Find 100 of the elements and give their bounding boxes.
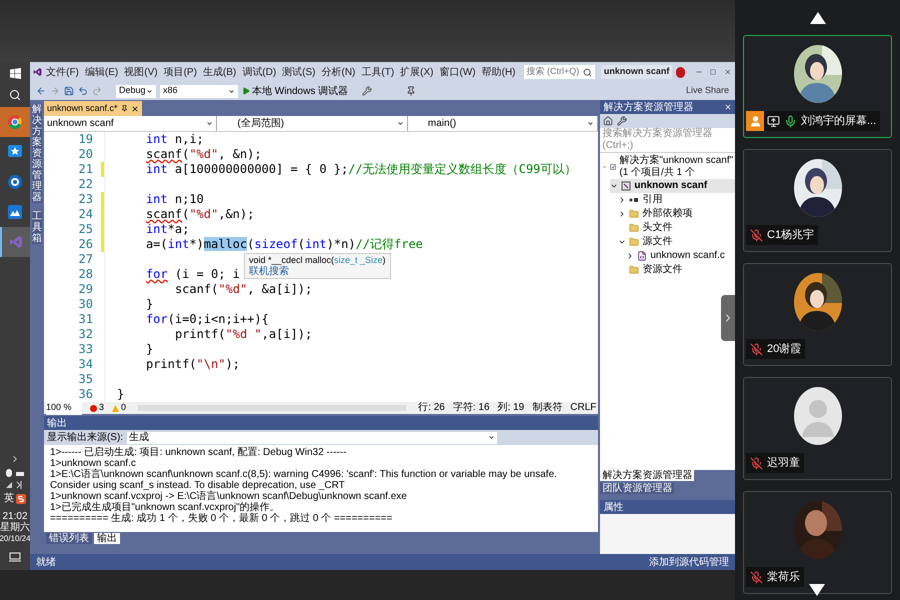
dropdown-caret-icon — [228, 88, 235, 94]
default-avatar — [794, 387, 842, 445]
participant-tile[interactable]: 迟羽童 — [743, 377, 892, 480]
scroll-up-icon[interactable] — [810, 12, 826, 24]
menu-item[interactable]: 项目(P) — [162, 64, 199, 80]
input-method-indicator[interactable]: 英 — [4, 494, 14, 504]
play-icon — [242, 87, 250, 95]
participant-tile[interactable]: C1杨兆宇 — [743, 149, 892, 252]
line-number: 27 — [78, 252, 94, 267]
panel-tab[interactable]: 输出 — [94, 533, 120, 544]
editor-status-item: 行: 26 — [418, 403, 445, 413]
start-debugger-button[interactable]: 本地 Windows 调试器 — [242, 84, 348, 98]
line-number: 22 — [78, 177, 94, 192]
live-share-button[interactable]: Live Share — [686, 84, 729, 98]
search-field[interactable]: 搜索 (Ctrl+Q) — [524, 65, 595, 79]
code-line: int*a; — [146, 222, 190, 237]
code-line: } — [146, 297, 154, 312]
references-icon — [629, 195, 640, 205]
scroll-down-icon[interactable] — [809, 584, 825, 596]
line-number: 25 — [78, 222, 94, 237]
user-avatar[interactable] — [676, 66, 685, 78]
platform-dropdown[interactable]: x86 — [160, 84, 238, 98]
tree-item[interactable]: 资源文件 — [642, 264, 682, 276]
code-line: int a[100000000000] = { 0 };//无法使用变量定义数组长度（C99可以） — [146, 162, 576, 177]
menu-item[interactable]: 编辑(E) — [82, 64, 120, 80]
save-icon[interactable] — [64, 86, 74, 96]
navigation-dropdown[interactable]: unknown scanf — [44, 116, 218, 131]
menu-item[interactable]: 窗口(W) — [438, 64, 478, 80]
back-icon[interactable] — [36, 86, 46, 96]
search-icon[interactable] — [9, 89, 21, 101]
function-signature: void *__cdecl malloc(size_t _Size) — [248, 255, 386, 265]
solution-search-field[interactable]: 搜索解决方案资源管理器(Ctrl+;) — [600, 128, 735, 153]
tool-icon[interactable] — [617, 116, 628, 126]
participant-name: 20谢霞 — [767, 342, 802, 357]
document-tab[interactable]: unknown scanf.c* — [44, 101, 142, 116]
error-count[interactable]: 3 — [90, 401, 104, 415]
maximize-icon[interactable] — [710, 68, 716, 76]
warning-count[interactable]: 0 — [112, 401, 126, 415]
side-tab[interactable]: 解决方案资源管理器 — [32, 104, 42, 203]
code-line: } — [116, 387, 124, 402]
star-app-icon[interactable] — [8, 145, 22, 159]
participant-name: 迟羽童 — [767, 456, 800, 471]
circle-app-icon[interactable] — [8, 175, 22, 189]
panel-title: 解决方案资源管理器 — [603, 100, 694, 114]
panel-tab[interactable]: 错误列表 — [46, 533, 92, 544]
participant-tile[interactable]: 刘鸿宇的屏幕... — [743, 35, 892, 138]
tree-item[interactable]: 头文件 — [642, 222, 672, 234]
navigation-dropdown[interactable]: (全局范围) — [217, 116, 408, 131]
notification-icon[interactable] — [9, 552, 21, 562]
code-line: for (i = 0; i — [146, 267, 240, 282]
status-text: 就绪 — [36, 556, 56, 570]
muted-microphone-icon[interactable] — [750, 228, 763, 242]
navigation-dropdown[interactable]: main() — [408, 116, 598, 131]
muted-microphone-icon[interactable] — [750, 342, 763, 356]
home-icon[interactable] — [603, 116, 614, 126]
panel-tab[interactable]: 团队资源管理器 — [600, 483, 674, 494]
tree-item[interactable]: 外部依赖项 — [642, 208, 692, 220]
menu-item[interactable]: 分析(N) — [320, 64, 358, 80]
tool-icon[interactable] — [362, 86, 372, 96]
panel-title: 输出 — [46, 416, 67, 430]
menu-item[interactable]: 调试(D) — [240, 64, 278, 80]
menu-item[interactable]: 测试(S) — [280, 64, 318, 80]
muted-microphone-icon[interactable] — [750, 456, 763, 470]
pin-icon[interactable] — [120, 105, 128, 112]
dropdown-caret-icon — [488, 434, 496, 441]
menu-item[interactable]: 帮助(H) — [480, 64, 518, 80]
close-icon[interactable] — [130, 104, 138, 112]
configuration-dropdown[interactable]: Debug — [116, 84, 156, 98]
mountain-app-icon[interactable] — [8, 205, 22, 219]
output-source-dropdown[interactable]: 生成 — [127, 432, 498, 444]
close-icon[interactable] — [724, 103, 732, 111]
windows-logo-icon[interactable] — [10, 68, 20, 79]
source-control-button[interactable]: 添加到源代码管理 — [649, 554, 729, 570]
menu-item[interactable]: 视图(V) — [122, 64, 160, 80]
participant-tile[interactable]: 20谢霞 — [743, 263, 892, 366]
participant-name: C1杨兆宇 — [767, 228, 814, 243]
tray-icons-drawing[interactable] — [4, 468, 26, 490]
undo-icon[interactable] — [78, 86, 88, 96]
tree-item[interactable]: 源文件 — [642, 236, 672, 248]
keyboard-app-icon[interactable] — [16, 494, 26, 504]
folder-icon — [629, 265, 640, 275]
browser-icon[interactable] — [8, 115, 22, 129]
line-number: 31 — [78, 312, 94, 327]
expand-panel-button[interactable] — [721, 295, 735, 341]
participant-tile[interactable]: 棠荷乐 — [743, 491, 892, 594]
panel-tab[interactable]: 解决方案资源管理器 — [600, 470, 694, 481]
side-tab[interactable]: 工具箱 — [32, 211, 42, 244]
microphone-icon[interactable] — [784, 114, 797, 128]
output-source-label: 显示输出来源(S): — [46, 430, 124, 445]
zoom-level[interactable]: 100 % — [46, 401, 82, 415]
code-line: int n,i; — [146, 132, 204, 147]
menu-item[interactable]: 生成(B) — [200, 64, 238, 80]
solution-icon — [610, 162, 616, 172]
online-search-link[interactable]: 联机搜索 — [248, 266, 289, 277]
muted-microphone-icon[interactable] — [750, 570, 763, 584]
tree-item[interactable]: unknown scanf.c — [650, 250, 725, 262]
menu-item[interactable]: 扩展(X) — [398, 64, 436, 80]
menu-item[interactable]: 工具(T) — [359, 64, 396, 80]
menu-item[interactable]: 文件(F) — [44, 64, 81, 80]
tree-item[interactable]: 引用 — [642, 194, 662, 206]
